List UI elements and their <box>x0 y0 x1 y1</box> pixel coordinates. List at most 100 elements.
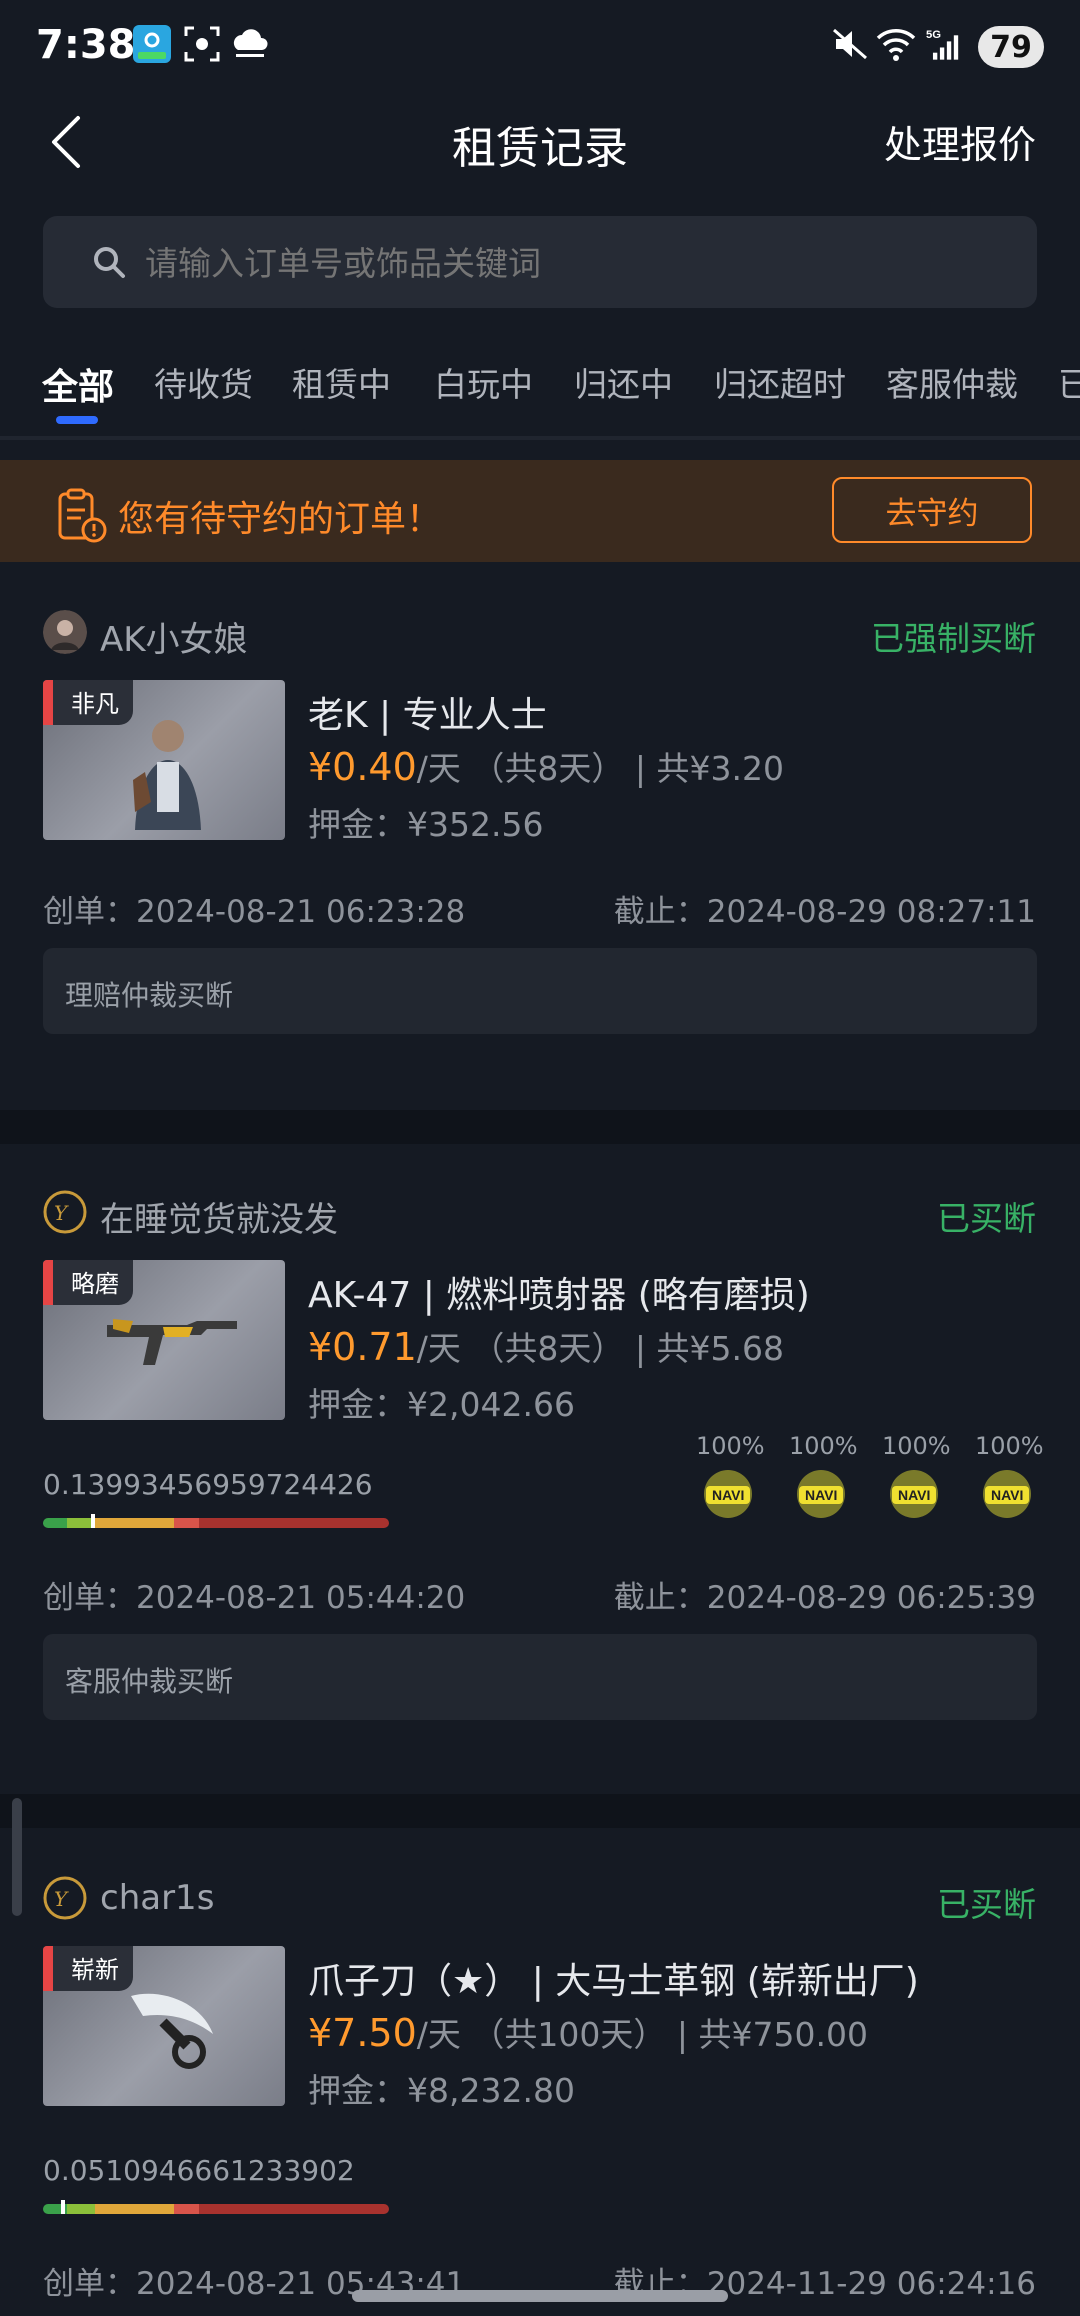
pending-order-banner: 您有待守约的订单！ 去守约 <box>0 460 1080 562</box>
home-indicator[interactable] <box>352 2290 728 2302</box>
fulfill-order-button[interactable]: 去守约 <box>832 477 1032 543</box>
search-input[interactable] <box>143 230 1007 296</box>
price-line: ¥0.40/天 （共8天） | 共¥3.20 <box>308 742 784 790</box>
user-avatar: Y <box>43 1190 87 1234</box>
card-separator <box>0 1110 1080 1144</box>
sticker-wear: 100% <box>696 1432 765 1460</box>
deadline-time: 截止：2024-08-29 06:25:39 <box>613 1580 1036 1616</box>
per-day-unit: /天 <box>416 749 461 788</box>
resolution-note: 客服仲裁买断 <box>43 1634 1037 1720</box>
signal-5g-icon: 5G <box>926 29 959 60</box>
user-name: char1s <box>100 1878 215 1918</box>
order-card[interactable]: Y 在睡觉货就没发 已买断 略磨 AK-47 | 燃料喷射器 (略有磨损) ¥0… <box>0 1170 1080 1770</box>
screenshot-icon <box>184 26 220 62</box>
item-name: 爪子刀（★） | 大马士革钢 (崭新出厂) <box>308 1961 919 2002</box>
status-bar: 7:38 5G 79 <box>0 0 1080 95</box>
order-status: 已强制买断 <box>871 619 1036 658</box>
wear-bar <box>43 1514 389 1530</box>
battery-indicator: 79 <box>978 26 1044 68</box>
svg-text:NAVI: NAVI <box>898 1487 930 1503</box>
tab-all[interactable]: 全部 <box>42 358 114 410</box>
svg-text:Y: Y <box>54 1201 69 1225</box>
rent-summary: （共100天） | 共¥750.00 <box>471 2015 868 2054</box>
created-time: 创单：2024-08-21 06:23:28 <box>43 894 466 930</box>
process-offer-button[interactable]: 处理报价 <box>884 114 1036 169</box>
created-time: 创单：2024-08-21 05:44:20 <box>43 1580 466 1616</box>
rent-summary: （共8天） | 共¥3.20 <box>471 749 784 788</box>
sticker-wear: 100% <box>789 1432 858 1460</box>
scrollbar-thumb[interactable] <box>12 1798 22 1916</box>
item-name: 老K | 专业人士 <box>308 695 547 736</box>
agent-image <box>133 720 201 830</box>
svg-text:NAVI: NAVI <box>712 1487 744 1503</box>
svg-text:Y: Y <box>54 1887 69 1911</box>
order-card[interactable]: Y char1s 已买断 崭新 爪子刀（★） | 大马士革钢 (崭新出厂) ¥7… <box>0 1856 1080 2316</box>
resolution-note: 理赔仲裁买断 <box>43 948 1037 1034</box>
navi-sticker-icon: NAVI <box>797 1470 845 1518</box>
order-status: 已买断 <box>937 1885 1036 1924</box>
active-tab-indicator <box>56 416 98 424</box>
tab-arbitration[interactable]: 客服仲裁 <box>886 358 1018 406</box>
navi-sticker-icon: NAVI <box>983 1470 1031 1518</box>
price-line: ¥0.71/天 （共8天） | 共¥5.68 <box>308 1322 784 1370</box>
tab-return-overdue[interactable]: 归还超时 <box>714 358 846 406</box>
resolution-text: 理赔仲裁买断 <box>65 979 234 1012</box>
tab-free-play[interactable]: 白玩中 <box>434 358 533 406</box>
navi-sticker-icon: NAVI <box>704 1470 752 1518</box>
float-value: 0.0510946661233902 <box>43 2154 355 2187</box>
rarity-tag: 略磨 <box>43 1260 133 1305</box>
sticker: 100% NAVI <box>882 1432 951 1526</box>
float-value: 0.13993456959724426 <box>43 1468 373 1501</box>
svg-text:NAVI: NAVI <box>991 1487 1023 1503</box>
banner-text: 您有待守约的订单！ <box>118 499 443 540</box>
status-tabs: 全部 待收货 租赁中 白玩中 归还中 归还超时 客服仲裁 已 <box>0 350 1080 430</box>
svg-text:5G: 5G <box>926 29 941 41</box>
order-status: 已买断 <box>937 1199 1036 1238</box>
daily-price: ¥0.40 <box>308 745 417 789</box>
sticker: 100% NAVI <box>696 1432 765 1526</box>
deposit: 押金：¥352.56 <box>308 805 544 844</box>
wear-bar <box>43 2200 389 2216</box>
tab-pending-receipt[interactable]: 待收货 <box>154 358 253 406</box>
daily-price: ¥7.50 <box>308 2011 417 2055</box>
svg-text:NAVI: NAVI <box>805 1487 837 1503</box>
tab-more[interactable]: 已 <box>1058 358 1080 406</box>
tab-renting[interactable]: 租赁中 <box>292 358 391 406</box>
wifi-icon <box>876 29 916 61</box>
item-thumbnail: 略磨 <box>43 1260 285 1420</box>
item-name: AK-47 | 燃料喷射器 (略有磨损) <box>308 1275 810 1316</box>
deposit: 押金：¥2,042.66 <box>308 1385 575 1424</box>
resolution-text: 客服仲裁买断 <box>65 1665 234 1698</box>
knife-image <box>131 1993 213 2069</box>
wear-marker <box>61 2200 65 2214</box>
clipboard-alert-icon <box>58 488 107 543</box>
order-card[interactable]: AK小女娘 已强制买断 非凡 老K | 专业人士 ¥0.40/天 （共8天） |… <box>0 590 1080 1110</box>
user-avatar: Y <box>43 1876 87 1920</box>
tab-returning[interactable]: 归还中 <box>574 358 673 406</box>
user-avatar <box>43 610 87 654</box>
sticker: 100% NAVI <box>975 1432 1044 1526</box>
rarity-tag: 崭新 <box>43 1946 133 1991</box>
price-line: ¥7.50/天 （共100天） | 共¥750.00 <box>308 2008 868 2056</box>
deposit: 押金：¥8,232.80 <box>308 2071 575 2110</box>
search-icon <box>94 247 125 278</box>
user-name: 在睡觉货就没发 <box>100 1200 338 1240</box>
sticker-wear: 100% <box>882 1432 951 1460</box>
sticker: 100% NAVI <box>789 1432 858 1526</box>
cloud-icon <box>233 29 268 57</box>
user-name: AK小女娘 <box>100 620 248 660</box>
card-separator <box>0 1794 1080 1828</box>
rarity-tag: 非凡 <box>43 680 133 725</box>
per-day-unit: /天 <box>416 2015 461 2054</box>
deadline-time: 截止：2024-08-29 08:27:11 <box>613 894 1036 930</box>
item-thumbnail: 崭新 <box>43 1946 285 2106</box>
item-thumbnail: 非凡 <box>43 680 285 840</box>
search-bar[interactable] <box>43 216 1037 308</box>
rent-summary: （共8天） | 共¥5.68 <box>471 1329 784 1368</box>
wear-marker <box>91 1514 95 1528</box>
daily-price: ¥0.71 <box>308 1325 417 1369</box>
navi-sticker-icon: NAVI <box>890 1470 938 1518</box>
sticker-wear: 100% <box>975 1432 1044 1460</box>
app-notification-icon <box>133 25 171 63</box>
tabs-divider <box>0 436 1080 440</box>
